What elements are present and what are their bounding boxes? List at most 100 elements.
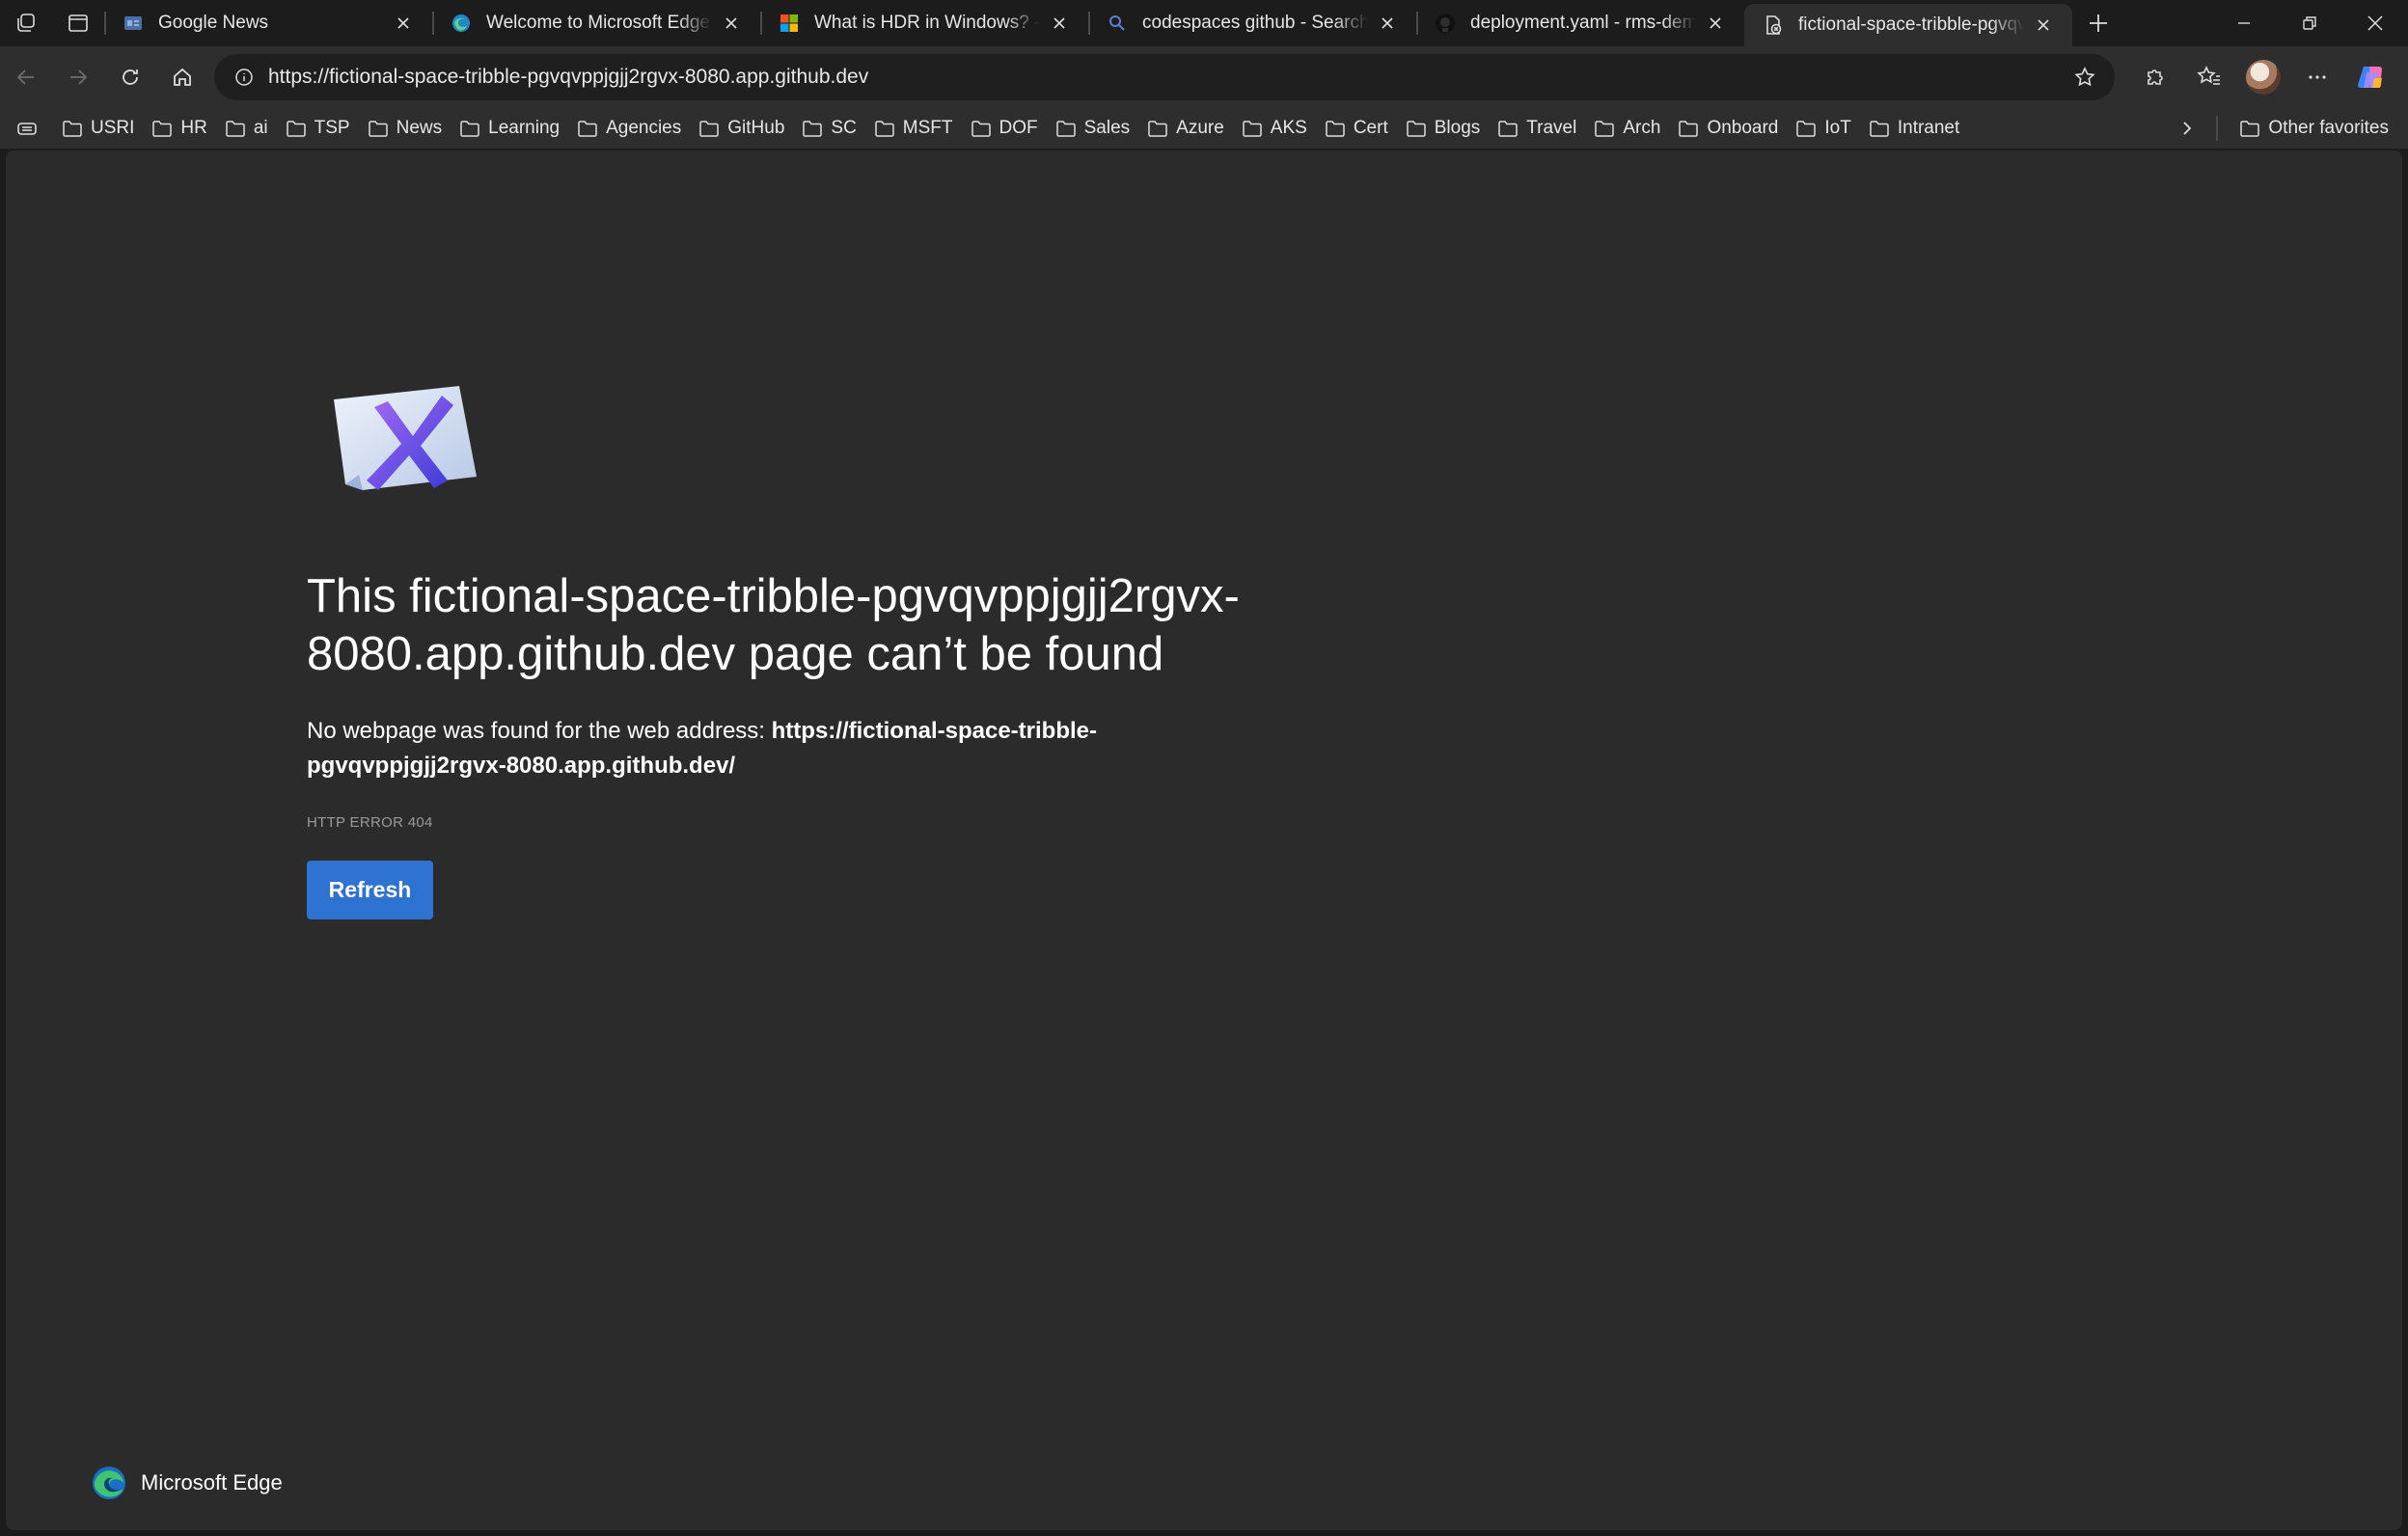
favorites-folder-arch[interactable]: Arch <box>1586 112 1670 145</box>
close-icon <box>725 17 737 29</box>
edge-icon <box>450 12 473 35</box>
tab-separator <box>1088 12 1090 35</box>
favorites-button[interactable] <box>2182 51 2236 103</box>
folder-icon <box>286 121 306 137</box>
folder-label: IoT <box>1824 118 1851 138</box>
collections-icon <box>17 123 37 135</box>
favorites-folder-azure[interactable]: Azure <box>1139 112 1234 145</box>
address-bar[interactable]: https://fictional-space-tribble-pgvqvppj… <box>214 54 2115 100</box>
copilot-button[interactable] <box>2344 51 2398 103</box>
close-tab-button[interactable] <box>390 10 417 37</box>
restore-button[interactable] <box>2277 0 2342 46</box>
page-error-icon <box>1762 14 1785 37</box>
tab-deployment-yaml[interactable]: deployment.yaml - rms-demo-app <box>1416 0 1744 46</box>
close-tab-button[interactable] <box>1374 10 1401 37</box>
tab-title: Google News <box>158 13 269 33</box>
extensions-button[interactable] <box>2128 51 2182 103</box>
close-tab-button[interactable] <box>1702 10 1729 37</box>
folder-icon <box>875 121 894 137</box>
folder-label: MSFT <box>902 118 953 138</box>
folder-label: Travel <box>1526 118 1577 138</box>
folder-icon <box>1796 121 1817 137</box>
tab-codespaces-search[interactable]: codespaces github - Search <box>1088 0 1416 46</box>
close-window-button[interactable] <box>2342 0 2408 46</box>
tab-separator <box>104 12 106 35</box>
favorites-folder-iot[interactable]: IoT <box>1788 112 1860 145</box>
tab-google-news[interactable]: Google News <box>104 0 432 46</box>
workspaces-button[interactable] <box>0 0 52 46</box>
tab-actions-button[interactable] <box>52 0 104 46</box>
reload-button[interactable] <box>104 51 156 103</box>
favorites-folder-hr[interactable]: HR <box>144 112 216 145</box>
home-button[interactable] <box>156 51 208 103</box>
folder-label: Cert <box>1353 118 1388 138</box>
tab-welcome-edge[interactable]: Welcome to Microsoft Edge <box>432 0 760 46</box>
folder-label: Agencies <box>606 118 682 138</box>
minimize-button[interactable] <box>2211 0 2277 46</box>
new-tab-button[interactable] <box>2072 0 2124 46</box>
close-icon <box>397 17 409 29</box>
folder-icon <box>1870 121 1889 137</box>
toolbar-right-buttons <box>2128 51 2398 103</box>
forward-button[interactable] <box>52 51 104 103</box>
profile-button[interactable] <box>2236 51 2290 103</box>
favorites-folder-aks[interactable]: AKS <box>1234 112 1317 145</box>
refresh-button[interactable]: Refresh <box>307 861 433 919</box>
more-dots-icon <box>2309 75 2326 79</box>
favorites-folder-cert[interactable]: Cert <box>1317 112 1398 145</box>
search-icon <box>1106 12 1129 35</box>
folder-icon <box>1326 121 1345 137</box>
folder-label: AKS <box>1270 118 1307 138</box>
tab-hdr-windows[interactable]: What is HDR in Windows? - Microsoft <box>760 0 1088 46</box>
favorites-folder-travel[interactable]: Travel <box>1490 112 1586 145</box>
avatar <box>2246 60 2281 95</box>
tab-separator <box>432 12 434 35</box>
favorites-folder-learning[interactable]: Learning <box>452 112 569 145</box>
url-text[interactable]: https://fictional-space-tribble-pgvqvppj… <box>268 66 2068 89</box>
page-content: This fictional-space-tribble-pgvqvppjgjj… <box>6 151 2402 1530</box>
tab-active-not-found[interactable]: fictional-space-tribble-pgvqvppjgjj2rgvx <box>1744 4 2072 46</box>
favorites-folder-agencies[interactable]: Agencies <box>569 112 691 145</box>
other-favorites-folder[interactable]: Other favorites <box>2231 112 2408 145</box>
folder-label: HR <box>180 118 207 138</box>
folder-label: DOF <box>999 118 1038 138</box>
vertical-tabs-icon <box>68 14 88 32</box>
close-tab-button[interactable] <box>718 10 745 37</box>
favorites-folder-ai[interactable]: ai <box>217 112 278 145</box>
favorites-folder-dof[interactable]: DOF <box>963 112 1048 145</box>
close-tab-button[interactable] <box>1046 10 1073 37</box>
folder-label: Azure <box>1176 118 1224 138</box>
site-info-button[interactable] <box>230 63 259 92</box>
reading-list-button[interactable] <box>0 108 54 149</box>
add-favorite-button[interactable] <box>2068 61 2101 94</box>
workspaces-icon <box>17 14 35 32</box>
favorites-folder-usri[interactable]: USRI <box>54 112 144 145</box>
back-button[interactable] <box>0 51 52 103</box>
favorites-folder-blogs[interactable]: Blogs <box>1398 112 1491 145</box>
close-icon <box>1382 17 1393 29</box>
favorites-folder-msft[interactable]: MSFT <box>866 112 963 145</box>
favorites-folder-github[interactable]: GitHub <box>691 112 794 145</box>
favorites-folder-sc[interactable]: SC <box>794 112 865 145</box>
folder-icon <box>152 121 173 137</box>
close-tab-button[interactable] <box>2030 12 2057 39</box>
favorites-folder-intranet[interactable]: Intranet <box>1861 112 1969 145</box>
favorites-folder-onboard[interactable]: Onboard <box>1670 112 1788 145</box>
folder-icon <box>1679 121 1699 137</box>
folder-label: USRI <box>91 118 135 138</box>
close-icon <box>2038 19 2049 31</box>
folder-label: ai <box>253 118 268 138</box>
folder-icon <box>2240 121 2260 137</box>
favorites-folder-sales[interactable]: Sales <box>1048 112 1140 145</box>
folder-icon <box>368 121 388 137</box>
restore-icon <box>2303 16 2316 30</box>
error-title: This fictional-space-tribble-pgvqvppjgjj… <box>307 570 1240 680</box>
favorites-bar: USRI HR ai TSP News Learning Agencies GitHub SC M… <box>0 108 2408 149</box>
favorites-folder-news[interactable]: News <box>360 112 452 145</box>
back-arrow-icon <box>16 69 34 85</box>
settings-more-button[interactable] <box>2290 51 2344 103</box>
favorites-folder-tsp[interactable]: TSP <box>278 112 360 145</box>
folder-icon <box>1498 121 1519 137</box>
favorites-overflow-button[interactable] <box>2158 108 2216 149</box>
tab-title: Welcome to Microsoft Edge <box>486 13 710 33</box>
